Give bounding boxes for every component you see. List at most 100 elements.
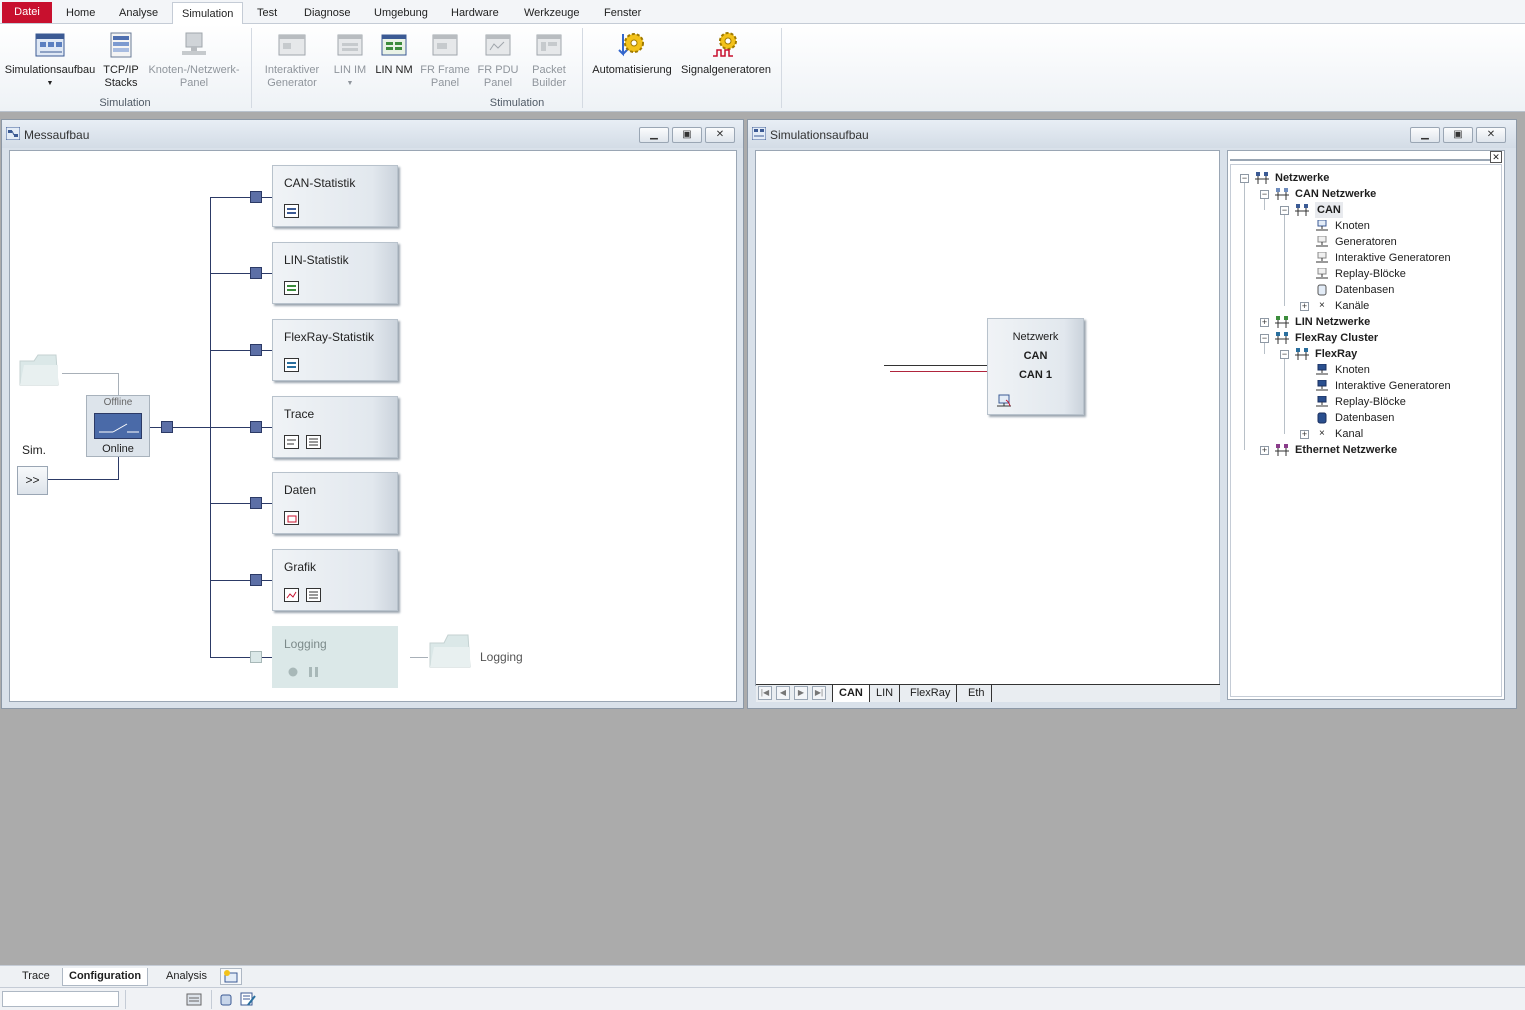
flexray-statistik-block[interactable]: FlexRay-Statistik xyxy=(272,319,398,381)
tree-collapse-toggle[interactable]: − xyxy=(1280,206,1289,215)
packet-builder-button[interactable]: Packet Builder xyxy=(524,30,574,90)
tab-diagnose[interactable]: Diagnose xyxy=(295,4,359,24)
tree-label: Replay-Blöcke xyxy=(1335,396,1406,408)
tab-analyse[interactable]: Analyse xyxy=(110,4,167,24)
tree-collapse-toggle[interactable]: − xyxy=(1260,190,1269,199)
tab-umgebung[interactable]: Umgebung xyxy=(365,4,437,24)
tree-label: Ethernet Netzwerke xyxy=(1295,444,1398,456)
knoten-netzwerk-panel-button[interactable]: Knoten-/Netzwerk- Panel xyxy=(146,30,242,90)
sim-tab-flexray[interactable]: FlexRay xyxy=(904,685,958,702)
tree-expand-toggle[interactable]: + xyxy=(1260,446,1269,455)
interaktiver-generator-button[interactable]: Interaktiver Generator xyxy=(258,30,326,90)
branch-connector xyxy=(210,197,272,198)
sim-start-button[interactable]: >> xyxy=(17,466,48,495)
desktop-tab-analysis[interactable]: Analysis xyxy=(160,968,213,986)
tree-expand-toggle[interactable]: + xyxy=(1300,430,1309,439)
branch-node[interactable] xyxy=(250,574,262,586)
sim-tab-eth[interactable]: Eth xyxy=(962,685,992,702)
close-button[interactable]: ✕ xyxy=(705,127,735,143)
connection-node[interactable] xyxy=(161,421,173,433)
sim-tab-can[interactable]: CAN xyxy=(832,685,870,702)
minimize-button[interactable]: ▁ xyxy=(1410,127,1440,143)
next-tab-button[interactable]: ▶ xyxy=(794,686,808,700)
branch-node[interactable] xyxy=(250,344,262,356)
network-can-block[interactable]: Netzwerk CAN CAN 1 xyxy=(987,318,1084,415)
offline-folder-icon[interactable] xyxy=(18,351,60,390)
tab-simulation[interactable]: Simulation xyxy=(172,2,244,25)
lin-nm-button[interactable]: LIN NM xyxy=(375,30,413,77)
maximize-button[interactable]: ▣ xyxy=(1443,127,1473,143)
lin-im-button[interactable]: LIN IM ▼ xyxy=(332,30,368,90)
offline-online-switch[interactable]: Offline Online xyxy=(86,395,150,457)
can-statistik-block[interactable]: CAN-Statistik xyxy=(272,165,398,227)
linim-label: LIN IM xyxy=(333,64,367,76)
calculator-icon[interactable] xyxy=(186,993,202,1006)
tree-collapse-toggle[interactable]: − xyxy=(1240,174,1249,183)
branch-node[interactable] xyxy=(250,421,262,433)
block-label: FlexRay-Statistik xyxy=(284,330,375,344)
fr-pdu-panel-button[interactable]: FR PDU Panel xyxy=(476,30,520,90)
minimize-button[interactable]: ▁ xyxy=(639,127,669,143)
desktop-tab-trace[interactable]: Trace xyxy=(16,968,56,986)
branch-node[interactable] xyxy=(250,497,262,509)
tab-test[interactable]: Test xyxy=(248,4,286,24)
trace-block[interactable]: Trace xyxy=(272,396,398,458)
network-setup-icon xyxy=(34,30,66,60)
tree-expand-toggle[interactable]: + xyxy=(1300,302,1309,311)
daten-block[interactable]: Daten xyxy=(272,472,398,534)
status-divider xyxy=(211,990,212,1009)
sim-tab-lin[interactable]: LIN xyxy=(870,685,901,702)
graphics-icon xyxy=(284,588,299,602)
network-tree[interactable]: − Netzwerke − CAN Netzwerke − CAN Knoten xyxy=(1230,164,1502,697)
fr-frame-panel-button[interactable]: FR Frame Panel xyxy=(418,30,472,90)
tab-werkzeuge[interactable]: Werkzeuge xyxy=(515,4,588,24)
edit-note-icon[interactable] xyxy=(240,992,256,1007)
offline-label: Offline xyxy=(103,397,133,408)
messaufbau-titlebar[interactable]: Messaufbau ▁ ▣ ✕ xyxy=(2,120,743,148)
tcpip-label-1: TCP/IP xyxy=(103,64,139,76)
frframe-label-2: Panel xyxy=(430,77,460,89)
maximize-button[interactable]: ▣ xyxy=(672,127,702,143)
tree-expand-toggle[interactable]: + xyxy=(1260,318,1269,327)
simulationsaufbau-button[interactable]: Simulationsaufbau ▼ xyxy=(4,30,96,90)
tree-collapse-toggle[interactable]: − xyxy=(1260,334,1269,343)
tcpip-stacks-button[interactable]: TCP/IP Stacks xyxy=(100,30,142,90)
new-desktop-button[interactable] xyxy=(220,968,242,985)
simulation-tabbar: |◀ ◀ ▶ ▶| CAN LIN FlexRay Eth xyxy=(756,684,1220,702)
branch-node[interactable] xyxy=(250,267,262,279)
block-label: Daten xyxy=(284,483,317,497)
logging-folder-icon[interactable] xyxy=(428,631,472,672)
prev-tab-button[interactable]: ◀ xyxy=(776,686,790,700)
tree-label: Generatoren xyxy=(1335,236,1397,248)
sim-connector xyxy=(118,455,119,480)
tree-panel-close-button[interactable]: ✕ xyxy=(1490,151,1502,163)
branch-node[interactable] xyxy=(250,191,262,203)
interactive-generator-icon xyxy=(1316,380,1328,391)
messaufbau-canvas[interactable]: Sim. >> Offline Online CAN-Statistik LIN… xyxy=(9,150,737,702)
simulation-canvas[interactable]: Netzwerk CAN CAN 1 xyxy=(755,150,1220,686)
node-icon xyxy=(1316,220,1328,231)
simulationsaufbau-titlebar[interactable]: Simulationsaufbau ▁ ▣ ✕ xyxy=(748,120,1516,148)
automation-gear-icon xyxy=(616,30,648,60)
first-tab-button[interactable]: |◀ xyxy=(758,686,772,700)
tab-home[interactable]: Home xyxy=(57,4,104,24)
database-icon xyxy=(1317,284,1327,296)
tab-datei[interactable]: Datei xyxy=(2,2,52,23)
branch-node-disabled[interactable] xyxy=(250,651,262,663)
close-button[interactable]: ✕ xyxy=(1476,127,1506,143)
tab-hardware[interactable]: Hardware xyxy=(442,4,508,24)
tab-fenster[interactable]: Fenster xyxy=(595,4,650,24)
database-icon[interactable] xyxy=(220,994,232,1006)
tree-collapse-toggle[interactable]: − xyxy=(1280,350,1289,359)
last-tab-button[interactable]: ▶| xyxy=(812,686,826,700)
lin-statistik-block[interactable]: LIN-Statistik xyxy=(272,242,398,304)
automatisierung-button[interactable]: Automatisierung xyxy=(590,30,674,77)
offline-connector xyxy=(118,373,119,395)
block-label: Trace xyxy=(284,407,315,421)
network-icon xyxy=(1275,444,1289,456)
logging-block[interactable]: Logging xyxy=(272,626,398,688)
network-icon xyxy=(1275,316,1289,328)
grafik-block[interactable]: Grafik xyxy=(272,549,398,611)
signalgeneratoren-button[interactable]: Signalgeneratoren xyxy=(678,30,774,77)
desktop-tab-configuration[interactable]: Configuration xyxy=(62,968,149,986)
